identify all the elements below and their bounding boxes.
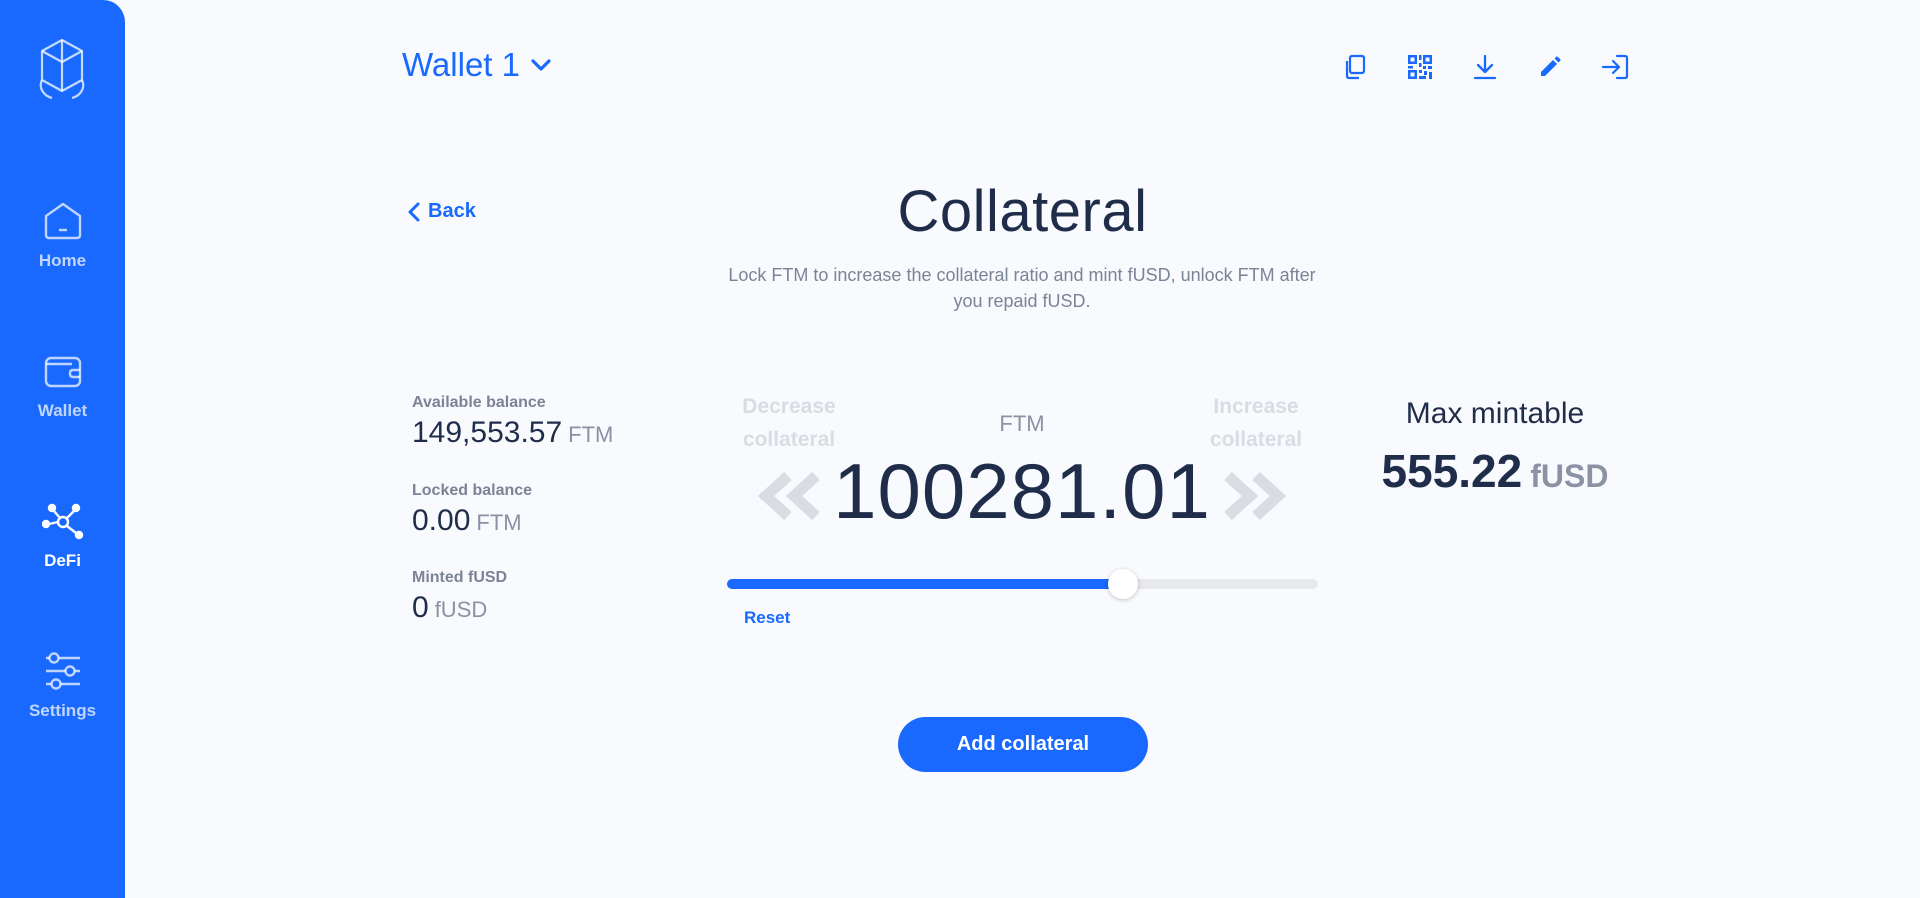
slider-fill [727, 579, 1123, 589]
download-button[interactable] [1470, 52, 1500, 82]
double-chevron-left-icon [785, 471, 820, 521]
minted-fusd-value: 0 [412, 591, 429, 624]
sidebar-item-label: Settings [28, 701, 97, 720]
minted-fusd-label: Minted fUSD [412, 569, 508, 586]
fantom-logo-icon[interactable] [36, 36, 88, 104]
sidebar-item-settings[interactable]: Settings [0, 650, 125, 721]
locked-balance-value: 0.00 [412, 504, 471, 537]
add-collateral-button[interactable]: Add collateral [898, 717, 1148, 772]
available-balance-unit: FTM [568, 422, 614, 447]
double-chevron-right-icon [1224, 471, 1259, 521]
sliders-icon [45, 652, 80, 690]
qr-code-button[interactable] [1405, 52, 1435, 82]
sidebar: Home Wallet DeFi Settings [0, 0, 125, 898]
page-title: Collateral [897, 179, 1148, 244]
minted-fusd-unit: fUSD [434, 597, 488, 622]
increase-collateral-button[interactable] [1220, 470, 1290, 522]
collateral-slider[interactable] [727, 569, 1318, 599]
locked-balance: Locked balance 0.00 FTM [412, 482, 532, 538]
available-balance-value: 149,553.57 [412, 416, 563, 449]
qr-code-icon [1408, 55, 1432, 79]
available-balance-label: Available balance [412, 394, 546, 411]
wallet-icon [44, 356, 81, 388]
edit-button[interactable] [1535, 52, 1565, 82]
locked-balance-label: Locked balance [412, 482, 533, 499]
network-icon [41, 503, 83, 540]
sidebar-item-label: DeFi [44, 551, 81, 570]
collateral-amount: 100281.01 [833, 447, 1211, 535]
logout-button[interactable] [1600, 52, 1630, 82]
locked-balance-unit: FTM [476, 510, 522, 535]
copy-address-button[interactable] [1340, 52, 1370, 82]
copy-icon [1345, 54, 1366, 80]
wallet-selector[interactable]: Wallet 1 [402, 46, 552, 84]
sidebar-item-label: Home [38, 251, 87, 270]
double-chevron-right-icon [1252, 471, 1287, 521]
edit-icon [1541, 56, 1561, 76]
sidebar-item-wallet[interactable]: Wallet [0, 350, 125, 421]
page-description: Lock FTM to increase the collateral rati… [728, 265, 1316, 311]
available-balance: Available balance 149,553.57 FTM [412, 394, 613, 450]
minted-fusd: Minted fUSD 0 fUSD [412, 569, 507, 625]
slider-handle[interactable] [1107, 569, 1138, 599]
amount-unit: FTM [999, 411, 1045, 436]
max-mintable-label: Max mintable [1405, 397, 1585, 430]
double-chevron-left-icon [757, 471, 792, 521]
reset-button[interactable]: Reset [744, 608, 790, 628]
wallet-name: Wallet 1 [402, 46, 520, 83]
chevron-down-icon [531, 59, 551, 71]
max-mintable-unit: fUSD [1530, 458, 1609, 494]
decrease-collateral-button[interactable] [754, 470, 824, 522]
sidebar-item-label: Wallet [37, 401, 88, 420]
max-mintable-value: 555.22 [1381, 445, 1523, 497]
header-toolbar [1340, 52, 1630, 82]
download-icon [1473, 54, 1497, 80]
logout-icon [1601, 54, 1629, 80]
sidebar-item-defi[interactable]: DeFi [0, 500, 125, 571]
max-mintable: 555.22 fUSD [1340, 444, 1650, 498]
